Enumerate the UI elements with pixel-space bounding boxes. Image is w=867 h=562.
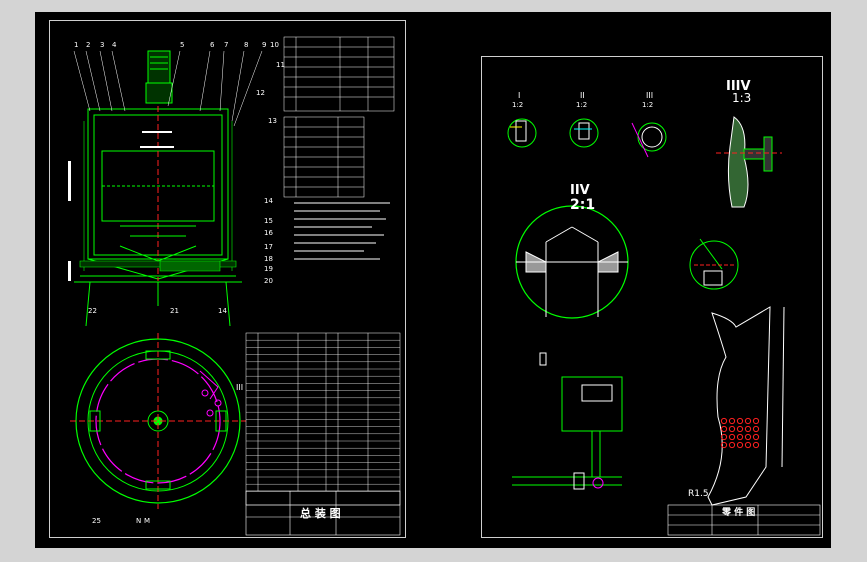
hole <box>728 425 736 433</box>
part-number: 11 <box>276 61 285 69</box>
detail-IIV-view <box>515 205 629 319</box>
view-label: 25 <box>92 517 101 525</box>
view-label: M <box>144 517 151 525</box>
detail-III-view <box>631 122 667 158</box>
hole <box>728 441 736 449</box>
hole <box>736 441 744 449</box>
part-number: 12 <box>256 89 265 97</box>
hole-pattern <box>720 417 760 449</box>
section-E-E <box>689 238 739 290</box>
nozzle-table <box>283 36 395 198</box>
part-number: 14 <box>218 307 227 315</box>
part-number: 22 <box>88 307 97 315</box>
scale-III: 1:2 <box>642 101 654 109</box>
section-label-III: III <box>236 383 244 392</box>
assembly-title: 总 装 图 <box>300 507 341 520</box>
flange-section <box>707 306 785 506</box>
assembly-drawing <box>68 36 401 536</box>
scale-IIV: 2:1 <box>570 197 596 213</box>
label-II: II <box>580 91 585 100</box>
part-number: 21 <box>170 307 179 315</box>
lower-left-detail <box>512 352 623 490</box>
scale-I: 1:2 <box>512 101 524 109</box>
motor <box>145 50 173 104</box>
hole <box>752 433 760 441</box>
part-number: 2 <box>86 41 91 49</box>
part-number: 18 <box>264 255 273 263</box>
bill-of-materials <box>245 332 401 506</box>
part-number: 17 <box>264 243 273 251</box>
label-IIV: IIV <box>570 183 590 198</box>
part-number: 16 <box>264 229 273 237</box>
hole <box>728 433 736 441</box>
part-number: 4 <box>112 41 117 49</box>
scale-II: 1:2 <box>576 101 588 109</box>
dim-r15: R1.5 <box>688 489 709 499</box>
hole <box>752 417 760 425</box>
hole <box>720 417 728 425</box>
detail-title: 零 件 图 <box>722 508 756 518</box>
detail-II-view <box>569 118 599 148</box>
hole <box>744 433 752 441</box>
bom-rows <box>246 340 400 492</box>
scale-IIIV: 1:3 <box>732 91 752 105</box>
part-number: 20 <box>264 277 273 285</box>
part-number: 5 <box>180 41 185 49</box>
top-view <box>70 333 246 509</box>
drawing-canvas: III 总 装 图 1 2 3 4 5 6 7 8 9 10 11 12 13 14 15 16 17 18 19 2… <box>35 12 831 548</box>
technical-notes <box>294 202 390 260</box>
hole <box>736 417 744 425</box>
hole <box>744 441 752 449</box>
hole <box>736 425 744 433</box>
part-number: 15 <box>264 217 273 225</box>
label-I: I <box>518 91 521 100</box>
part-number: 1 <box>74 41 79 49</box>
part-number: 9 <box>262 41 267 49</box>
view-label: N <box>136 517 142 525</box>
hole <box>720 425 728 433</box>
hole <box>744 425 752 433</box>
part-number: 8 <box>244 41 249 49</box>
hole <box>744 417 752 425</box>
detail-drawing-sheet: I 1:2 II 1:2 III 1:2 IIIV 1:3 IIV 2:1 R1… <box>481 56 823 538</box>
detail-drawing <box>507 116 821 536</box>
part-number: 6 <box>210 41 215 49</box>
hole <box>752 425 760 433</box>
part-number: 10 <box>270 41 279 49</box>
part-number: 7 <box>224 41 229 49</box>
detail-I-view <box>507 118 537 148</box>
assembly-drawing-sheet: III 总 装 图 1 2 3 4 5 6 7 8 9 10 11 12 13 14 15 16 17 18 19 2… <box>49 20 406 538</box>
hole <box>728 417 736 425</box>
hole <box>736 433 744 441</box>
label-III: III <box>646 91 654 100</box>
part-number: 3 <box>100 41 105 49</box>
hole <box>752 441 760 449</box>
detail-IIIV-view <box>716 116 782 208</box>
part-number: 14 <box>264 197 273 205</box>
part-number: 19 <box>264 265 273 273</box>
part-number: 13 <box>268 117 277 125</box>
